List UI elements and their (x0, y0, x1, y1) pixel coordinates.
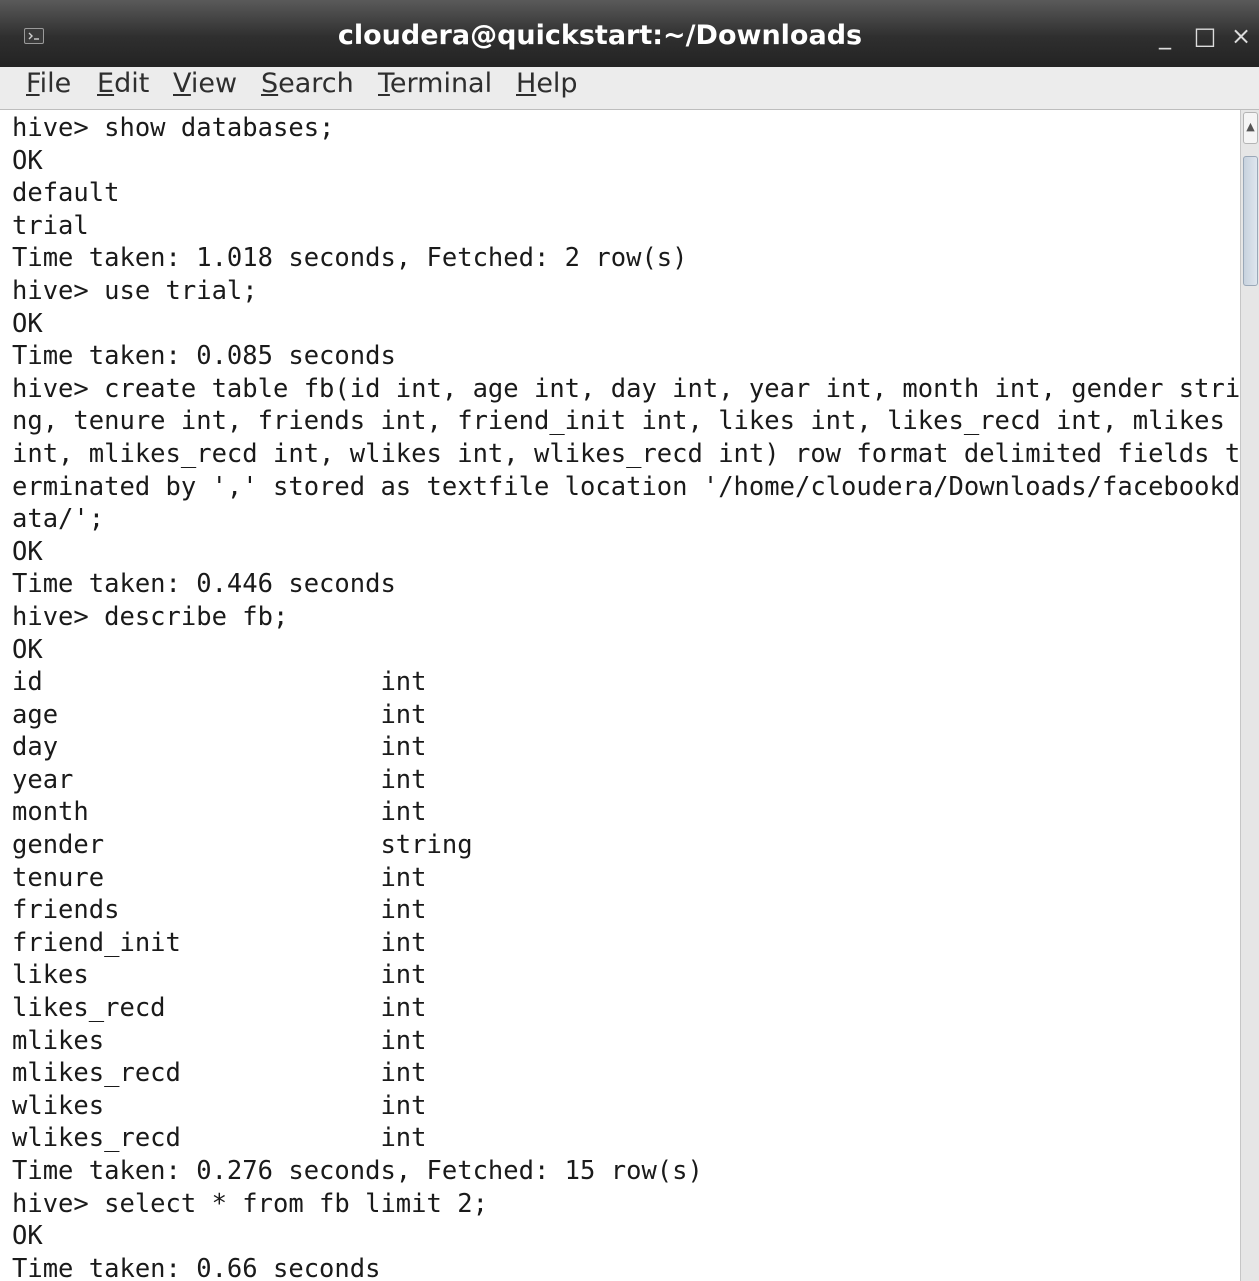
terminal-line: Time taken: 0.276 seconds, Fetched: 15 r… (12, 1156, 703, 1186)
maximize-button[interactable]: □ (1190, 20, 1220, 52)
terminal-line: mlikes_recd int (12, 1058, 427, 1089)
terminal-line: year int (12, 764, 427, 795)
terminal-line: hive> select * from fb limit 2; (12, 1188, 488, 1219)
terminal-line: Time taken: 1.018 seconds, Fetched: 2 ro… (12, 243, 688, 274)
menu-file[interactable]: File (26, 67, 71, 109)
terminal-line: ata/'; (12, 504, 105, 535)
terminal-line: erminated by ',' stored as textfile loca… (12, 471, 1240, 502)
menu-edit[interactable]: Edit (97, 67, 149, 109)
terminal-output[interactable]: hive> show databases; OK default trial Time … (0, 110, 1240, 1281)
terminal-line: wlikes int (12, 1090, 427, 1121)
terminal-line: mlikes int (12, 1025, 427, 1056)
terminal-line: OK (12, 308, 43, 339)
terminal-line: friends int (12, 895, 427, 926)
terminal-window: cloudera@quickstart:~/Downloads _ □ × Fi… (0, 0, 1259, 1281)
menu-help[interactable]: Help (516, 67, 578, 109)
minimize-button[interactable]: _ (1150, 20, 1180, 52)
terminal-line: ng, tenure int, friends int, friend_init… (12, 406, 1240, 437)
terminal-line: OK (12, 634, 43, 665)
menu-terminal[interactable]: Terminal (378, 67, 492, 109)
terminal-line: age int (12, 699, 427, 730)
menu-search[interactable]: Search (261, 67, 354, 109)
terminal-line: Time taken: 0.66 seconds (12, 1253, 381, 1281)
terminal-line: hive> use trial; (12, 275, 258, 306)
title-bar[interactable]: cloudera@quickstart:~/Downloads _ □ × (0, 0, 1259, 68)
menu-view[interactable]: View (173, 67, 237, 109)
scroll-thumb[interactable] (1243, 156, 1258, 286)
terminal-line: default (12, 178, 120, 209)
terminal-line: likes_recd int (12, 993, 427, 1024)
terminal-line: Time taken: 0.446 seconds (12, 569, 396, 600)
terminal-line: id int (12, 667, 427, 698)
terminal-line: likes int (12, 960, 427, 991)
terminal-line: trial (12, 210, 89, 241)
close-button[interactable]: × (1226, 20, 1256, 52)
terminal-line: gender string (12, 830, 473, 861)
scroll-up-icon[interactable]: ▲ (1243, 112, 1258, 144)
menu-bar: File Edit View Search Terminal Help (0, 67, 1259, 110)
terminal-line: int, mlikes_recd int, wlikes int, wlikes… (12, 438, 1240, 469)
terminal-line: hive> describe fb; (12, 601, 289, 632)
terminal-line: OK (12, 1221, 43, 1252)
terminal-line: friend_init int (12, 927, 427, 958)
terminal-line: month int (12, 797, 427, 828)
terminal-line: hive> create table fb(id int, age int, d… (12, 373, 1240, 404)
terminal-line: hive> show databases; (12, 113, 335, 143)
terminal-line: Time taken: 0.085 seconds (12, 341, 396, 372)
terminal-line: day int (12, 732, 427, 763)
terminal-line: tenure int (12, 862, 427, 893)
terminal-line: wlikes_recd int (12, 1123, 427, 1154)
window-title: cloudera@quickstart:~/Downloads (337, 20, 863, 51)
terminal-line: OK (12, 145, 43, 176)
vertical-scrollbar[interactable]: ▲ (1240, 110, 1259, 1281)
terminal-line: OK (12, 536, 43, 567)
terminal-lines: hive> show databases; OK default trial Time … (12, 112, 1240, 1281)
